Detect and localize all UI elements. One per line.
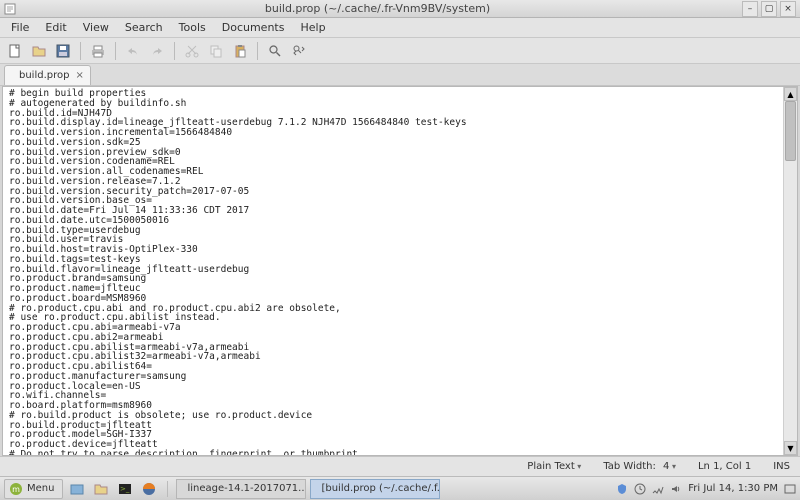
firefox-launcher[interactable] [139, 479, 159, 499]
menu-help[interactable]: Help [293, 19, 332, 36]
show-desktop-button[interactable] [67, 479, 87, 499]
menu-search[interactable]: Search [118, 19, 170, 36]
taskbar-item-active[interactable]: [build.prop (~/.cache/.f... [310, 479, 440, 499]
taskbar-item-label: [build.prop (~/.cache/.f... [321, 483, 440, 494]
document-tab[interactable]: build.prop × [4, 65, 91, 85]
scroll-up-button[interactable]: ▲ [784, 87, 797, 101]
tray-volume-icon[interactable] [670, 483, 682, 495]
toolbar-separator [257, 42, 258, 60]
toolbar-separator [174, 42, 175, 60]
window-minimize-button[interactable]: – [742, 1, 758, 17]
scroll-track[interactable] [784, 101, 797, 441]
status-cursor-position: Ln 1, Col 1 [694, 461, 755, 472]
svg-text:m: m [12, 485, 20, 494]
window-close-button[interactable]: × [780, 1, 796, 17]
copy-button [205, 40, 227, 62]
tray-update-icon[interactable] [634, 483, 646, 495]
scroll-thumb[interactable] [785, 101, 796, 161]
open-file-button[interactable] [28, 40, 50, 62]
start-menu-label: Menu [27, 483, 54, 494]
status-tabwidth-label: Tab Width: 4 [599, 461, 680, 472]
text-editor[interactable]: # begin build properties # autogenerated… [3, 87, 783, 455]
cut-button [181, 40, 203, 62]
window-maximize-button[interactable]: ▢ [761, 1, 777, 17]
find-replace-button[interactable] [288, 40, 310, 62]
menu-file[interactable]: File [4, 19, 36, 36]
redo-button [146, 40, 168, 62]
print-button[interactable] [87, 40, 109, 62]
file-manager-launcher[interactable] [91, 479, 111, 499]
tab-close-button[interactable]: × [75, 70, 83, 81]
status-tabwidth-dropdown[interactable]: 4 [663, 461, 676, 472]
tab-label: build.prop [19, 70, 69, 81]
status-bar: Plain Text Tab Width: 4 Ln 1, Col 1 INS [0, 456, 800, 476]
paste-button[interactable] [229, 40, 251, 62]
menu-edit[interactable]: Edit [38, 19, 73, 36]
start-menu-button[interactable]: m Menu [4, 479, 63, 499]
toolbar-separator [115, 42, 116, 60]
toolbar [0, 38, 800, 64]
system-tray: Fri Jul 14, 1:30 PM [616, 483, 796, 495]
tray-session-icon[interactable] [784, 483, 796, 495]
window-title: build.prop (~/.cache/.fr-Vnm9BV/system) [16, 2, 739, 15]
scroll-down-button[interactable]: ▼ [784, 441, 797, 455]
status-insert-mode[interactable]: INS [769, 461, 794, 472]
status-filetype-dropdown[interactable]: Plain Text [523, 461, 585, 472]
taskbar-item-label: lineage-14.1-2017071... [187, 483, 306, 494]
find-button[interactable] [264, 40, 286, 62]
panel-clock[interactable]: Fri Jul 14, 1:30 PM [688, 483, 778, 494]
new-file-button[interactable] [4, 40, 26, 62]
menu-documents[interactable]: Documents [215, 19, 292, 36]
taskbar-item[interactable]: lineage-14.1-2017071... [176, 479, 306, 499]
save-file-button[interactable] [52, 40, 74, 62]
terminal-launcher[interactable]: >_ [115, 479, 135, 499]
toolbar-separator [80, 42, 81, 60]
panel-separator [167, 481, 168, 497]
tray-network-icon[interactable] [652, 483, 664, 495]
vertical-scrollbar[interactable]: ▲ ▼ [783, 87, 797, 455]
tab-row: build.prop × [0, 64, 800, 86]
menu-view[interactable]: View [76, 19, 116, 36]
svg-text:>_: >_ [120, 485, 130, 493]
undo-button [122, 40, 144, 62]
menubar: File Edit View Search Tools Documents He… [0, 18, 800, 38]
window-titlebar: build.prop (~/.cache/.fr-Vnm9BV/system) … [0, 0, 800, 18]
menu-tools[interactable]: Tools [172, 19, 213, 36]
app-icon [4, 3, 16, 15]
mint-logo-icon: m [9, 482, 23, 496]
desktop-panel: m Menu >_ lineage-14.1-2017071... [build… [0, 476, 800, 500]
editor-container: # begin build properties # autogenerated… [2, 86, 798, 456]
tray-shield-icon[interactable] [616, 483, 628, 495]
